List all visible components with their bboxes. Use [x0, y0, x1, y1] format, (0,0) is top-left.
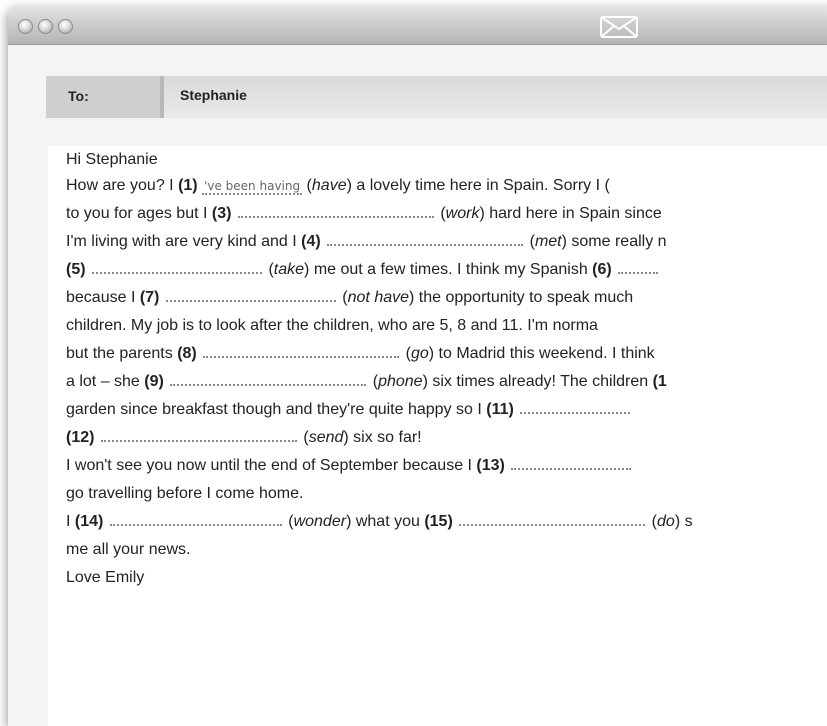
traffic-light-minimize-icon[interactable]: [38, 19, 53, 34]
envelope-icon: [600, 16, 638, 38]
gap-4[interactable]: [327, 232, 524, 246]
gap-11[interactable]: [520, 400, 631, 414]
title-bar: [8, 6, 827, 45]
gap-answer-1[interactable]: 've been having: [202, 179, 303, 195]
to-field[interactable]: Stephanie: [160, 76, 827, 118]
email-window: To: Stephanie Hi Stephanie How are you? …: [8, 6, 827, 726]
gap-9[interactable]: [170, 372, 367, 386]
gap-3[interactable]: [237, 204, 434, 218]
body-line: me all your news.: [66, 541, 191, 558]
body-line: I (14) (wonder) what you (15) (do) s: [66, 512, 693, 530]
gap-13[interactable]: [511, 456, 632, 470]
gap-7[interactable]: [165, 288, 336, 302]
traffic-light-close-icon[interactable]: [18, 19, 33, 34]
body-line: I'm living with are very kind and I (4) …: [66, 232, 667, 250]
gap-15[interactable]: [459, 512, 646, 526]
body-line: children. My job is to look after the ch…: [66, 317, 598, 334]
gap-14[interactable]: [109, 512, 282, 526]
signoff: Love Emily: [66, 569, 145, 586]
gap-12[interactable]: [100, 428, 297, 442]
recipient-row: To: Stephanie: [46, 76, 827, 118]
body-line: How are you? I (1) 've been having (have…: [66, 177, 610, 195]
body-line: but the parents (8) (go) to Madrid this …: [66, 344, 655, 362]
body-line: a lot – she (9) (phone) six times alread…: [66, 372, 667, 390]
body-line: go travelling before I come home.: [66, 485, 304, 502]
message-body[interactable]: Hi Stephanie How are you? I (1) 've been…: [48, 146, 827, 726]
body-line: garden since breakfast though and they'r…: [66, 400, 632, 420]
body-line: because I (7) (not have) the opportunity…: [66, 288, 634, 306]
body-line: (12) (send) six so far!: [66, 428, 422, 446]
body-line: I won't see you now until the end of Sep…: [66, 456, 633, 476]
gap-5[interactable]: [92, 260, 263, 274]
gap-6[interactable]: [618, 260, 659, 274]
traffic-light-zoom-icon[interactable]: [58, 19, 73, 34]
body-line: to you for ages but I (3) (work) hard he…: [66, 204, 662, 222]
greeting: Hi Stephanie: [66, 151, 158, 168]
body-line: (5) (take) me out a few times. I think m…: [66, 260, 660, 280]
to-label: To:: [68, 88, 89, 104]
gap-8[interactable]: [203, 344, 400, 358]
